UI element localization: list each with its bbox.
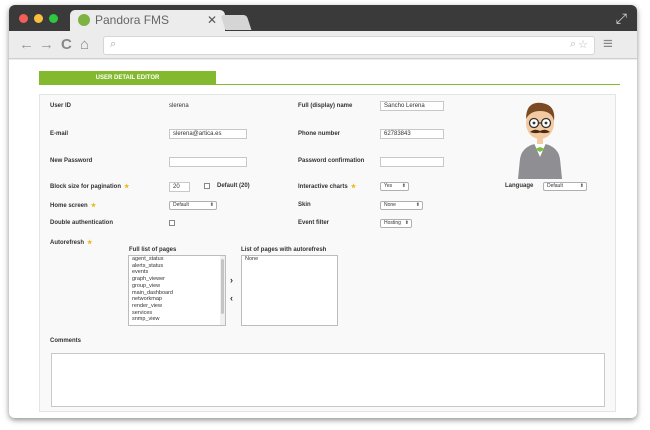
minimize-window-dot[interactable] <box>34 14 43 23</box>
phone-label: Phone number <box>298 131 341 137</box>
pandora-logo-icon <box>78 14 90 26</box>
full-pages-listbox[interactable]: agent_status alerts_status events graph_vie… <box>128 255 226 326</box>
browser-toolbar: ← → C ⌂ ⌕ ☆ ⌕ ≡ <box>9 31 637 59</box>
list-item[interactable]: snmp_view <box>129 316 225 323</box>
interactive-charts-select[interactable]: Yes ⬍ <box>380 182 409 191</box>
password-confirm-label: Password confirmation <box>298 158 365 164</box>
zoom-icon[interactable]: ⌕ <box>570 38 576 51</box>
maximize-window-dot[interactable] <box>49 14 58 23</box>
section-divider <box>216 84 620 85</box>
list-item[interactable]: group_view <box>129 283 225 290</box>
list-item[interactable]: events <box>129 269 225 276</box>
autorefresh-list-label: List of pages with autorefresh <box>241 247 327 253</box>
fullscreen-icon[interactable]: ⤢ <box>616 10 627 27</box>
list-item[interactable]: graph_viewer <box>129 276 225 283</box>
help-star-icon: ★ <box>350 184 357 190</box>
full-name-label: Full (display) name <box>298 103 353 109</box>
tab-title: Pandora FMS <box>95 13 170 27</box>
listbox-scrollbar[interactable] <box>220 256 225 325</box>
block-size-label: Block size for pagination ★ <box>50 183 129 190</box>
double-auth-checkbox[interactable] <box>169 220 175 226</box>
default-block-size-label: Default (20) <box>217 183 250 189</box>
bookmark-star-icon[interactable]: ☆ <box>578 38 588 51</box>
home-icon[interactable]: ⌂ <box>80 36 89 53</box>
back-icon[interactable]: ← <box>19 36 34 53</box>
block-size-field[interactable]: 20 <box>169 182 190 192</box>
chevron-down-icon: ⬍ <box>579 183 584 189</box>
user-form-panel: User ID slerena Full (display) name Sanc… <box>39 94 616 412</box>
email-label: E-mail <box>50 131 69 137</box>
browser-tab[interactable]: Pandora FMS ✕ <box>70 10 225 31</box>
help-star-icon: ★ <box>124 184 130 190</box>
phone-field[interactable]: 62783843 <box>380 129 444 139</box>
interactive-charts-label-text: Interactive charts <box>298 184 348 190</box>
language-select[interactable]: Default ⬍ <box>543 182 587 191</box>
new-password-label: New Password <box>50 158 93 164</box>
language-label: Language <box>505 183 534 189</box>
block-size-label-text: Block size for pagination <box>50 184 122 190</box>
password-confirm-field[interactable] <box>380 157 444 167</box>
help-star-icon: ★ <box>87 240 93 246</box>
home-screen-label-text: Home screen <box>50 203 88 209</box>
chevron-down-icon: ⬍ <box>404 220 409 226</box>
new-password-field[interactable] <box>169 157 247 167</box>
reload-icon[interactable]: C <box>61 36 72 53</box>
list-item[interactable]: main_dashboard <box>129 290 225 297</box>
event-filter-select[interactable]: Hosting ⬍ <box>380 219 412 228</box>
full-name-field[interactable]: Sancho Lerena <box>380 101 444 111</box>
page-content: USER DETAIL EDITOR User ID slerena Full … <box>9 60 637 418</box>
interactive-charts-label: Interactive charts ★ <box>298 183 356 190</box>
list-item[interactable]: render_view <box>129 303 225 310</box>
title-bar: Pandora FMS ✕ ⤢ <box>9 5 637 31</box>
event-filter-value: Hosting <box>384 220 401 226</box>
home-screen-label: Home screen ★ <box>50 202 96 209</box>
autorefresh-label-text: Autorefresh <box>50 240 85 246</box>
tab-close-icon[interactable]: ✕ <box>207 13 217 27</box>
forward-icon[interactable]: → <box>39 36 54 53</box>
list-item[interactable]: alerts_status <box>129 263 225 270</box>
comments-label: Comments <box>50 338 82 344</box>
new-tab-button[interactable] <box>220 15 252 30</box>
default-block-size-checkbox[interactable] <box>204 183 210 189</box>
home-screen-select[interactable]: Default ⬍ <box>169 201 217 210</box>
user-id-value: slerena <box>169 103 189 109</box>
comments-textarea[interactable] <box>51 353 605 407</box>
skin-label: Skin <box>298 202 311 208</box>
home-screen-value: Default <box>173 202 189 208</box>
chevron-down-icon: ⬍ <box>209 202 214 208</box>
event-filter-label: Event filter <box>298 220 330 226</box>
interactive-charts-value: Yes <box>384 183 393 189</box>
skin-value: None <box>384 202 396 208</box>
autorefresh-pages-listbox[interactable]: None <box>241 255 338 326</box>
menu-icon[interactable]: ≡ <box>603 34 613 54</box>
email-field[interactable]: slerena@artica.es <box>169 129 247 139</box>
double-auth-label: Double authentication <box>50 220 113 226</box>
tab-user-detail-editor[interactable]: USER DETAIL EDITOR <box>39 71 216 85</box>
chevron-down-icon: ⬍ <box>415 202 420 208</box>
list-item[interactable]: networkmap <box>129 296 225 303</box>
help-star-icon: ★ <box>90 203 97 209</box>
move-left-button[interactable]: ‹ <box>230 293 233 303</box>
avatar <box>510 97 570 179</box>
scrollbar-thumb[interactable] <box>221 259 224 314</box>
full-list-label: Full list of pages <box>129 247 177 253</box>
list-item[interactable]: services <box>129 310 225 317</box>
list-item[interactable]: None <box>242 256 337 263</box>
close-window-dot[interactable] <box>19 14 28 23</box>
browser-window: Pandora FMS ✕ ⤢ ← → C ⌂ ⌕ ☆ ⌕ ≡ USER DET… <box>9 5 637 418</box>
address-bar[interactable]: ⌕ ☆ ⌕ <box>103 36 595 55</box>
skin-select[interactable]: None ⬍ <box>380 201 423 210</box>
move-right-button[interactable]: › <box>230 275 233 285</box>
list-item[interactable]: agent_status <box>129 256 225 263</box>
language-value: Default <box>547 183 563 189</box>
autorefresh-label: Autorefresh ★ <box>50 239 92 246</box>
chevron-down-icon: ⬍ <box>401 183 406 189</box>
user-id-label: User ID <box>50 103 72 109</box>
search-icon: ⌕ <box>110 38 117 50</box>
